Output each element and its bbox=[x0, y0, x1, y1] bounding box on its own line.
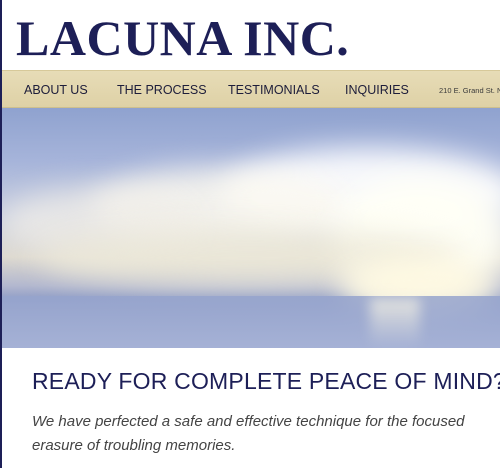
hero-light-shimmer bbox=[370, 298, 420, 348]
nav-testimonials[interactable]: TESTIMONIALS bbox=[228, 71, 320, 107]
hero-horizon-haze bbox=[0, 296, 500, 348]
page-headline: READY FOR COMPLETE PEACE OF MIND? bbox=[32, 368, 500, 394]
main-nav: ABOUT US THE PROCESS TESTIMONIALS INQUIR… bbox=[0, 70, 500, 108]
site-header: LACUNA INC. bbox=[0, 0, 500, 70]
intro-text: We have perfected a safe and effective t… bbox=[32, 413, 465, 454]
nav-address: 210 E. Grand St. N bbox=[439, 86, 500, 95]
left-border-rule bbox=[0, 0, 2, 468]
hero-sky-image bbox=[0, 108, 500, 348]
brand-logo[interactable]: LACUNA INC. bbox=[16, 10, 349, 66]
nav-inquiries[interactable]: INQUIRIES bbox=[345, 71, 409, 107]
nav-the-process[interactable]: THE PROCESS bbox=[117, 71, 207, 107]
nav-about-us[interactable]: ABOUT US bbox=[24, 71, 88, 107]
